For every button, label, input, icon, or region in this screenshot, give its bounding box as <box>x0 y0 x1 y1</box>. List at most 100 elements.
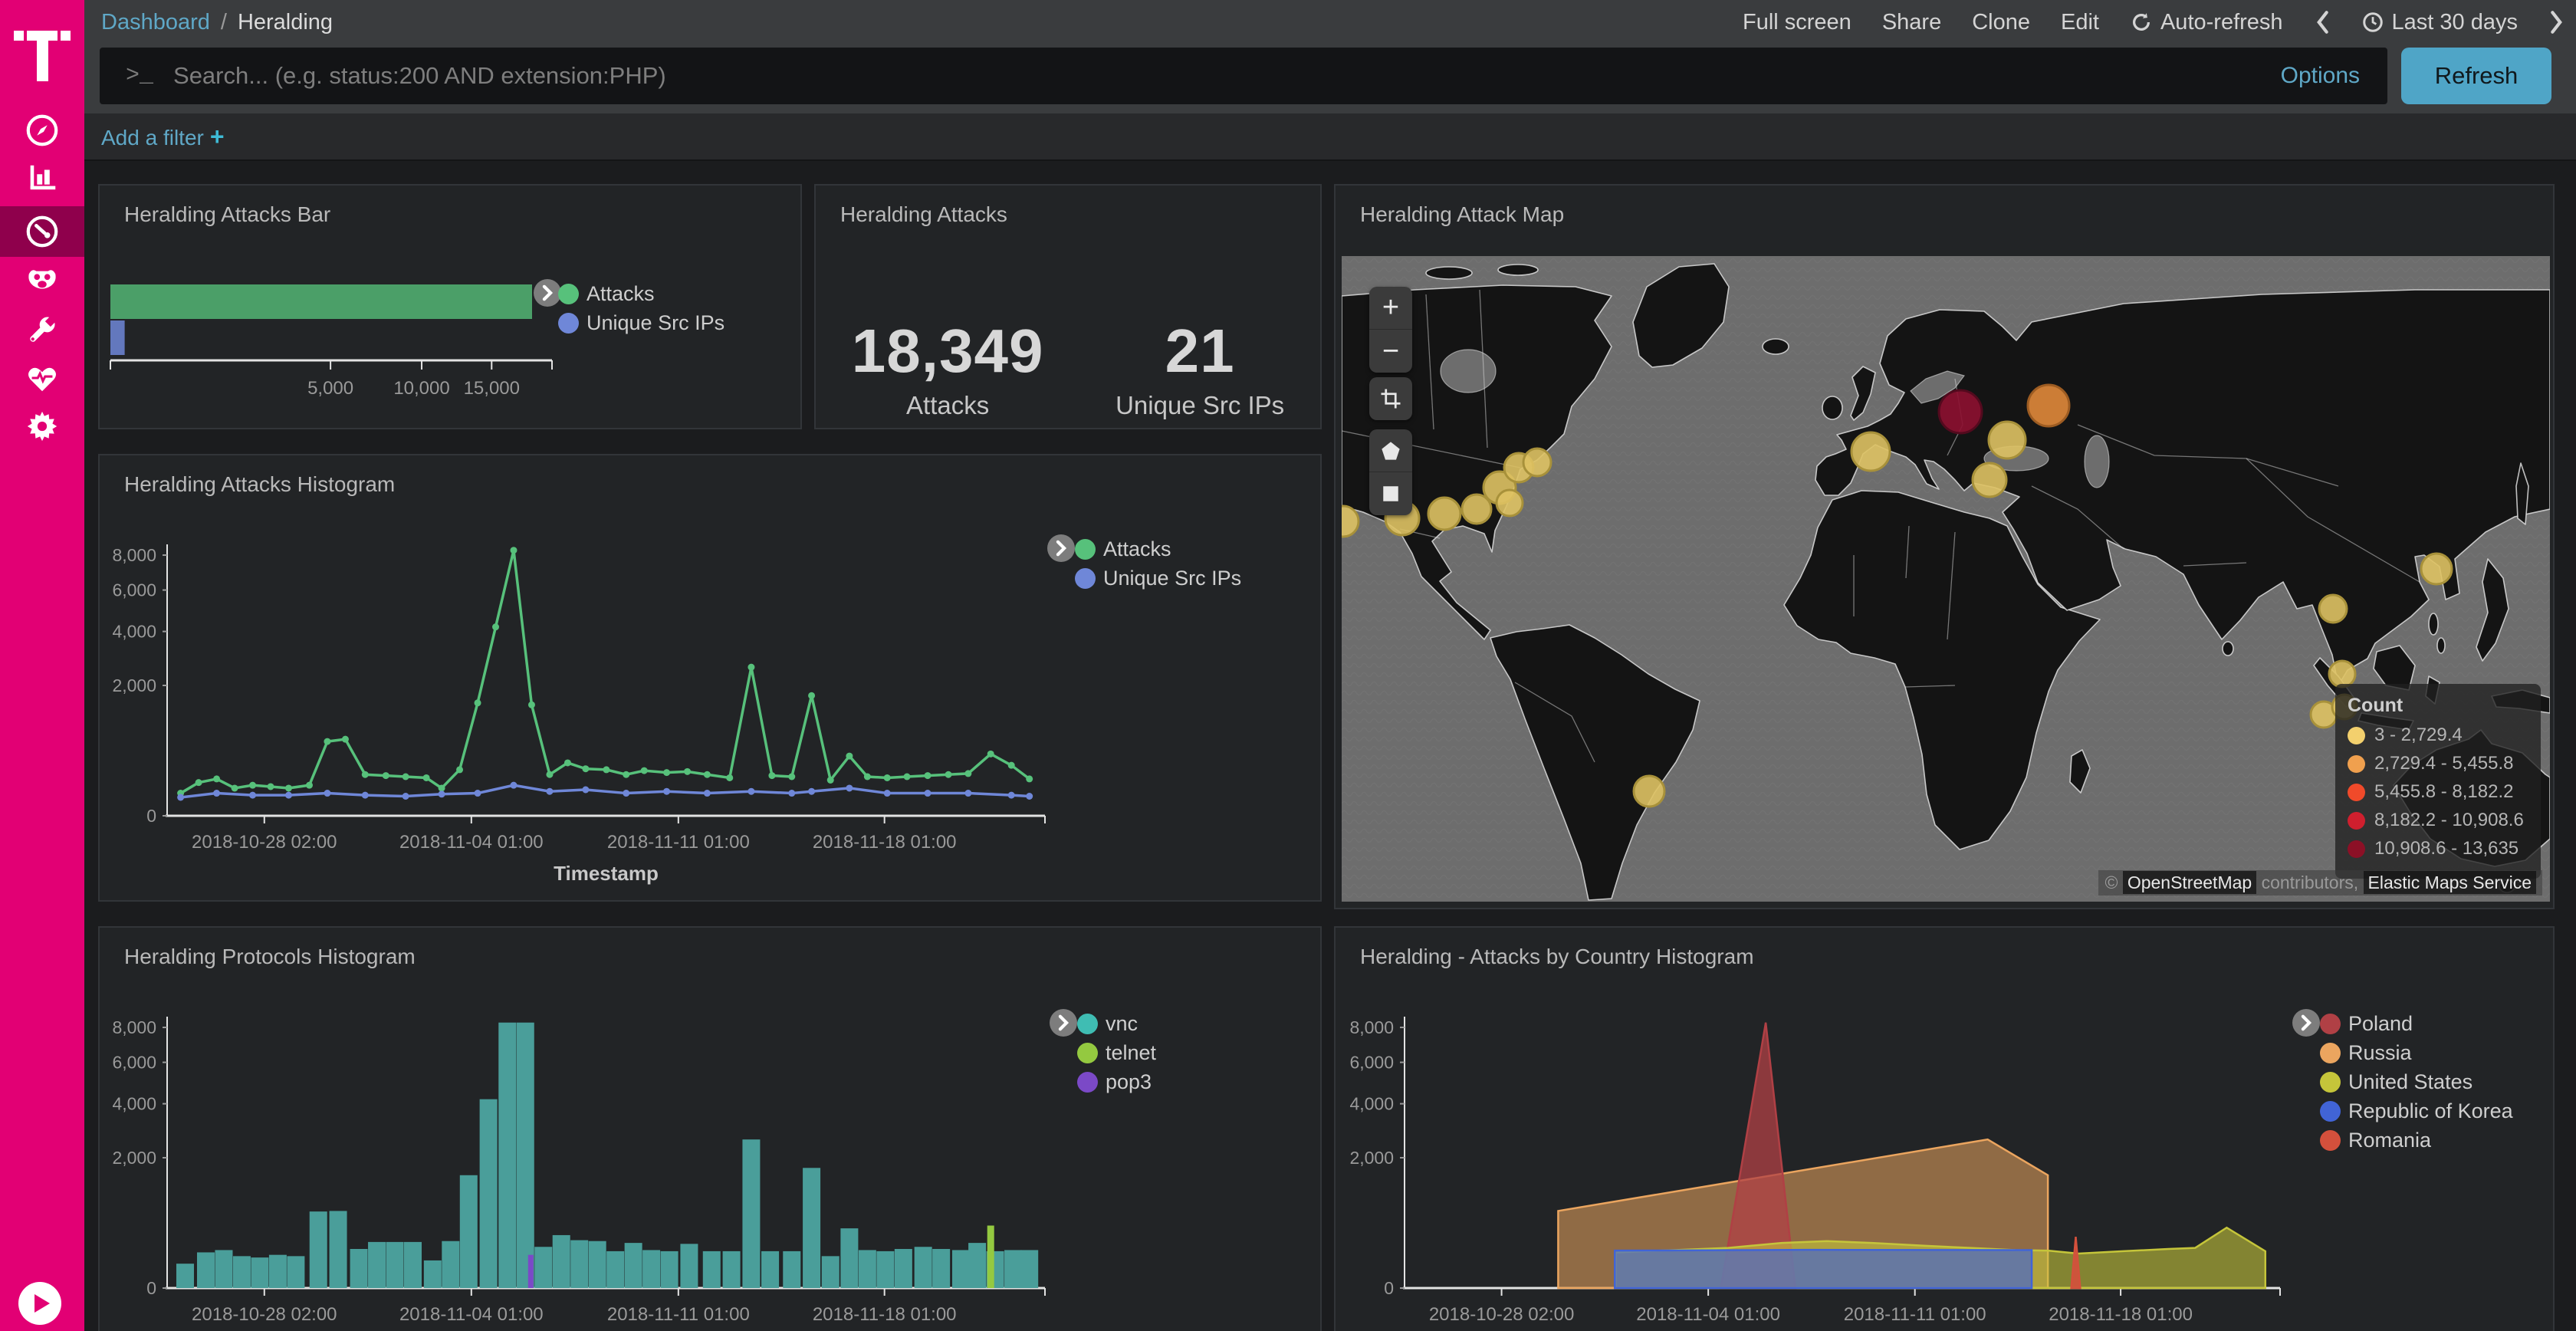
bar-vnc <box>197 1252 215 1288</box>
legend-color-dot <box>2320 1014 2341 1034</box>
y-axis-tick-label: 8,000 <box>1349 1017 1394 1037</box>
map-legend-range-label: 2,729.4 - 5,455.8 <box>2374 753 2513 774</box>
bar-vnc <box>703 1251 721 1288</box>
sidebar-item-sentinl[interactable] <box>0 256 84 307</box>
add-filter-link[interactable]: Add a filter+ <box>101 123 225 151</box>
legend-item-attacks[interactable]: Attacks <box>1075 537 1171 561</box>
auto-refresh-label: Auto-refresh <box>2160 10 2283 35</box>
legend-item-attacks[interactable]: Attacks <box>558 282 655 306</box>
legend-item-unique-src-ips[interactable]: Unique Src IPs <box>558 311 724 335</box>
breadcrumb-dashboard-link[interactable]: Dashboard <box>101 10 210 35</box>
sidebar-item-discover[interactable] <box>0 105 84 156</box>
bar-vnc <box>803 1168 820 1288</box>
telekom-logo[interactable] <box>14 14 71 81</box>
legend-color-dot <box>1075 539 1096 560</box>
bar-vnc <box>661 1251 678 1288</box>
legend-item-united-states[interactable]: United States <box>2320 1070 2472 1094</box>
time-back-chevron-icon[interactable] <box>2314 9 2331 35</box>
legend-label: Attacks <box>586 282 655 306</box>
bar-vnc <box>840 1228 858 1288</box>
bar-vnc <box>404 1242 422 1288</box>
panel-attacks-metric: Heralding Attacks 18,349 Attacks 21 Uniq… <box>814 184 1322 429</box>
legend-item-romania[interactable]: Romania <box>2320 1129 2431 1152</box>
metric-value: 18,349 <box>852 316 1044 386</box>
map-crop-button[interactable] <box>1369 377 1412 420</box>
sidebar-item-monitoring[interactable] <box>0 353 84 403</box>
x-axis-tick-label: 2018-10-28 02:00 <box>192 1304 337 1325</box>
heartbeat-icon <box>25 360 60 396</box>
sidebar-item-visualize[interactable] <box>0 153 84 204</box>
sidebar-item-dev-tools[interactable] <box>0 304 84 355</box>
legend-toggle-chevron[interactable] <box>1047 534 1075 562</box>
legend-label: Attacks <box>1103 537 1171 561</box>
legend-toggle-chevron[interactable] <box>2292 1009 2320 1037</box>
map-legend-item: 8,182.2 - 10,908.6 <box>2348 810 2541 831</box>
legend-item-unique-src-ips[interactable]: Unique Src IPs <box>1075 567 1241 590</box>
legend-item-telnet[interactable]: telnet <box>1077 1041 1156 1065</box>
legend-color-dot <box>2320 1130 2341 1151</box>
bar-vnc <box>350 1249 368 1288</box>
openstreetmap-link[interactable]: OpenStreetMap <box>2123 871 2256 894</box>
panel-title: Heralding Attack Map <box>1360 202 1564 227</box>
bar-vnc <box>761 1251 779 1288</box>
bar-vnc <box>424 1260 442 1288</box>
topnav-share[interactable]: Share <box>1882 10 1941 35</box>
topnav-full-screen[interactable]: Full screen <box>1743 10 1852 35</box>
bar-vnc <box>589 1241 606 1288</box>
map-legend-range-label: 5,455.8 - 8,182.2 <box>2374 781 2513 803</box>
bar-vnc <box>480 1099 498 1288</box>
clock-icon <box>2361 11 2384 34</box>
x-axis-tick-label: 2018-10-28 02:00 <box>192 832 337 853</box>
world-map[interactable]: + − Count 3 - 2,729.42,729.4 - 5,455.85,… <box>1342 256 2550 902</box>
map-legend-range-label: 3 - 2,729.4 <box>2374 725 2463 746</box>
time-picker-button[interactable]: Last 30 days <box>2361 10 2518 35</box>
y-axis-tick-label: 0 <box>146 1278 156 1298</box>
wrench-icon <box>25 312 60 347</box>
y-axis-tick-label: 8,000 <box>112 545 156 565</box>
sidebar-expand-button[interactable] <box>18 1282 61 1325</box>
bar-vnc <box>876 1251 894 1288</box>
map-zoom-controls: + − <box>1369 287 1412 373</box>
map-legend-color-dot <box>2348 812 2365 830</box>
legend-toggle-chevron[interactable] <box>534 279 561 307</box>
map-zoom-in-button[interactable]: + <box>1369 287 1412 330</box>
map-polygon-button[interactable] <box>1369 429 1412 472</box>
legend-item-pop3[interactable]: pop3 <box>1077 1070 1152 1094</box>
legend-label: Republic of Korea <box>2348 1099 2513 1123</box>
topnav-clone[interactable]: Clone <box>1972 10 2030 35</box>
crop-icon <box>1379 387 1402 410</box>
legend-label: Unique Src IPs <box>586 311 724 335</box>
sidebar-item-dashboard[interactable] <box>0 206 84 257</box>
bar-vnc <box>176 1264 194 1288</box>
legend-item-vnc[interactable]: vnc <box>1077 1012 1138 1036</box>
elastic-maps-service-link[interactable]: Elastic Maps Service <box>2364 871 2536 894</box>
legend-color-dot <box>1075 568 1096 589</box>
map-zoom-out-button[interactable]: − <box>1369 330 1412 373</box>
bar-vnc <box>287 1256 304 1288</box>
refresh-icon <box>2130 11 2153 34</box>
auto-refresh-button[interactable]: Auto-refresh <box>2130 10 2283 35</box>
map-rectangle-button[interactable] <box>1369 472 1412 515</box>
map-legend-item: 5,455.8 - 8,182.2 <box>2348 781 2541 803</box>
legend-toggle-chevron[interactable] <box>1050 1009 1077 1037</box>
attack-source-circle <box>1939 390 1982 433</box>
bar-chart-icon <box>25 161 60 196</box>
time-forward-chevron-icon[interactable] <box>2548 9 2565 35</box>
options-link[interactable]: Options <box>2281 63 2360 89</box>
topnav-edit[interactable]: Edit <box>2061 10 2099 35</box>
add-filter-label: Add a filter <box>101 126 204 150</box>
attack-source-circle <box>1428 498 1460 530</box>
filter-bar: Add a filter+ <box>84 113 2576 161</box>
map-legend-color-dot <box>2348 727 2365 744</box>
bar-attacks <box>110 284 532 319</box>
sidebar-item-management[interactable] <box>0 401 84 452</box>
bar-telnet <box>987 1225 994 1288</box>
legend-item-republic-of-korea[interactable]: Republic of Korea <box>2320 1099 2513 1123</box>
bar-vnc <box>1020 1250 1038 1288</box>
gear-icon <box>25 409 60 444</box>
legend-item-poland[interactable]: Poland <box>2320 1012 2413 1036</box>
refresh-button[interactable]: Refresh <box>2401 48 2551 104</box>
legend-color-dot <box>1077 1072 1098 1093</box>
legend-item-russia[interactable]: Russia <box>2320 1041 2412 1065</box>
search-input[interactable] <box>173 62 2281 90</box>
